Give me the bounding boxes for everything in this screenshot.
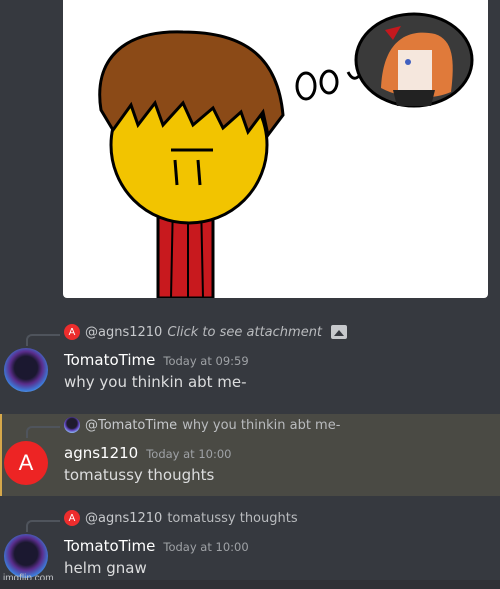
timestamp: Today at 10:00 [146, 447, 232, 461]
message-text: tomatussy thoughts [64, 466, 215, 484]
username[interactable]: TomatoTime [64, 537, 155, 555]
image-attachment[interactable] [63, 0, 488, 300]
reply-avatar: A [64, 510, 80, 526]
message-text: why you thinkin abt me- [64, 373, 247, 391]
reply-avatar: A [64, 324, 80, 340]
reply-reference[interactable]: @TomatoTime why you thinkin abt me- [64, 417, 340, 433]
reply-reference[interactable]: A @agns1210 Click to see attachment [64, 324, 348, 340]
avatar[interactable] [4, 534, 48, 578]
reply-content[interactable]: tomatussy thoughts [167, 511, 297, 526]
reply-reference[interactable]: A @agns1210 tomatussy thoughts [64, 510, 298, 526]
message-text: helm gnaw [64, 559, 147, 577]
timestamp: Today at 09:59 [163, 354, 249, 368]
timestamp: Today at 10:00 [163, 540, 249, 554]
reply-username[interactable]: @TomatoTime [85, 418, 177, 433]
message-header: TomatoTime Today at 10:00 [64, 537, 249, 555]
image-icon [331, 325, 348, 339]
reply-avatar [64, 417, 80, 433]
username[interactable]: TomatoTime [64, 351, 155, 369]
message-header: agns1210 Today at 10:00 [64, 444, 232, 462]
username[interactable]: agns1210 [64, 444, 138, 462]
attachment-drawing [98, 12, 474, 300]
reply-line [26, 520, 60, 532]
avatar[interactable] [4, 348, 48, 392]
message-3[interactable]: A @agns1210 tomatussy thoughts TomatoTim… [0, 506, 500, 580]
bottom-bar [0, 580, 500, 589]
message-header: TomatoTime Today at 09:59 [64, 351, 249, 369]
reply-line [26, 426, 60, 438]
avatar[interactable]: A [4, 441, 48, 485]
reply-content[interactable]: why you thinkin abt me- [182, 418, 340, 433]
message-2[interactable]: @TomatoTime why you thinkin abt me- A ag… [0, 414, 500, 496]
reply-username[interactable]: @agns1210 [85, 511, 162, 526]
reply-content[interactable]: Click to see attachment [167, 325, 322, 340]
message-1[interactable]: A @agns1210 Click to see attachment Toma… [0, 320, 500, 398]
reply-line [26, 334, 60, 346]
reply-username[interactable]: @agns1210 [85, 325, 162, 340]
